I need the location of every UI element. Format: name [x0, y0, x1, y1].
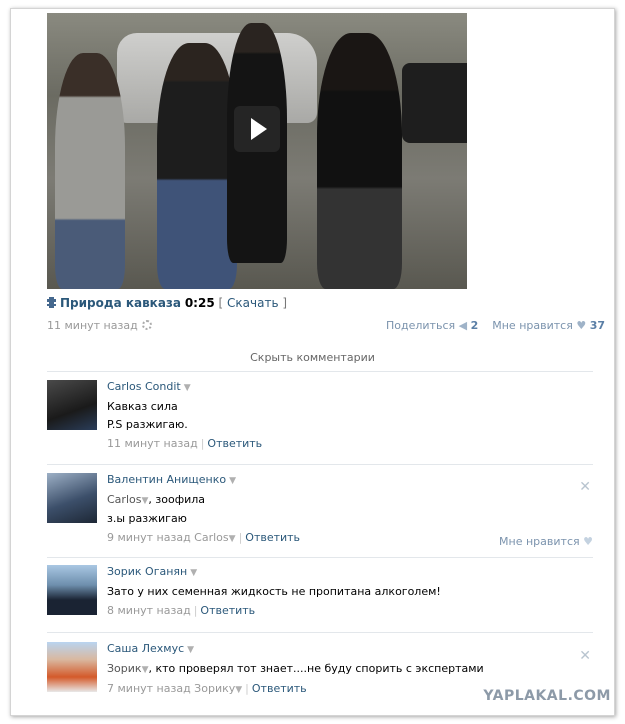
comment-meta: 8 минут назад | Ответить: [107, 604, 256, 617]
comment-body: Валентин Анищенко ▼ Carlos▼, зоофила з.ы …: [107, 473, 593, 544]
author-name[interactable]: Валентин Анищенко: [107, 473, 226, 486]
comment-line: Кавказ сила: [107, 400, 178, 413]
video-person: [157, 43, 237, 289]
video-title[interactable]: Природа кавказа: [60, 296, 181, 310]
like-button[interactable]: Мне нравится: [499, 535, 580, 548]
play-icon[interactable]: [234, 106, 280, 152]
dropdown-arrow-icon[interactable]: ▼: [229, 476, 236, 486]
avatar[interactable]: [47, 565, 97, 615]
reply-button[interactable]: Ответить: [252, 682, 307, 695]
comment-like: Мне нравится ♥: [499, 535, 593, 548]
film-icon: [47, 297, 56, 308]
video-duration: 0:25: [184, 296, 215, 310]
comment-author: Саша Лехмус ▼: [107, 642, 593, 655]
watermark: YAPLAKAL.COM: [483, 688, 611, 704]
comment-text: Зорик▼, кто проверял тот знает....не буд…: [107, 660, 593, 679]
avatar[interactable]: [47, 642, 97, 692]
comment-text: Зато у них семенная жидкость не пропитан…: [107, 583, 593, 601]
gear-icon[interactable]: [141, 320, 152, 330]
share-button[interactable]: Поделиться: [386, 319, 455, 332]
comment-meta: 11 минут назад | Ответить: [107, 437, 263, 450]
video-person: [317, 33, 402, 289]
reply-to-name[interactable]: Зорик: [107, 662, 142, 675]
hide-comments-link[interactable]: Скрыть комментарии: [11, 351, 614, 364]
heart-icon[interactable]: ♥: [576, 319, 586, 332]
divider: [47, 557, 593, 558]
dropdown-arrow-icon[interactable]: ▼: [190, 568, 197, 578]
video-suv: [402, 63, 467, 143]
comment-line: Зорик▼, кто проверял тот знает....не буд…: [107, 662, 484, 675]
comment-time[interactable]: 11 минут назад: [107, 437, 198, 450]
author-name[interactable]: Саша Лехмус: [107, 642, 184, 655]
like-button[interactable]: Мне нравится: [492, 319, 573, 332]
comment: Зорик Оганян ▼ Зато у них семенная жидкос…: [47, 565, 593, 635]
video-player[interactable]: [47, 13, 467, 289]
comment-time[interactable]: 8 минут назад: [107, 604, 191, 617]
reply-button[interactable]: Ответить: [200, 604, 255, 617]
divider: [47, 371, 593, 372]
dropdown-arrow-icon[interactable]: ▼: [235, 685, 242, 695]
comment-line: Зато у них семенная жидкость не пропитан…: [107, 585, 441, 598]
reply-to-name[interactable]: Carlos: [107, 493, 141, 506]
avatar[interactable]: [47, 473, 97, 523]
download-link[interactable]: Скачать: [227, 296, 279, 310]
heart-icon[interactable]: ♥: [583, 535, 593, 548]
author-name[interactable]: Carlos Condit: [107, 380, 181, 393]
avatar[interactable]: [47, 380, 97, 430]
video-person: [55, 53, 125, 289]
comment-body: Carlos Condit ▼ Кавказ сила P.S разжигаю.…: [107, 380, 593, 450]
share-like-row: Поделиться ◀ 2 Мне нравится ♥ 37: [386, 319, 605, 332]
megaphone-icon: ◀: [458, 319, 468, 332]
comment-body: Зорик Оганян ▼ Зато у них семенная жидкос…: [107, 565, 593, 617]
comment-author: Валентин Анищенко ▼: [107, 473, 593, 486]
dropdown-arrow-icon[interactable]: ▼: [187, 645, 194, 655]
comment-author: Зорик Оганян ▼: [107, 565, 593, 578]
reply-button[interactable]: Ответить: [207, 437, 262, 450]
comment: Валентин Анищенко ▼ Carlos▼, зоофила з.ы …: [47, 473, 593, 557]
comment: Carlos Condit ▼ Кавказ сила P.S разжигаю.…: [47, 380, 593, 464]
divider: [47, 632, 593, 633]
like-count: 37: [589, 319, 606, 332]
comment-line: з.ы разжигаю: [107, 512, 187, 525]
comment-time[interactable]: 9 минут назад Carlos: [107, 531, 229, 544]
dropdown-arrow-icon[interactable]: ▼: [184, 383, 191, 393]
post-time[interactable]: 11 минут назад: [47, 319, 138, 332]
comment-text: Carlos▼, зоофила з.ы разжигаю: [107, 491, 593, 528]
post-time-row: 11 минут назад: [47, 319, 152, 332]
dropdown-arrow-icon[interactable]: ▼: [229, 534, 236, 544]
post-frame: Природа кавказа 0:25 [ Скачать ] 11 мину…: [10, 8, 615, 716]
comment-time[interactable]: 7 минут назад Зорику: [107, 682, 235, 695]
reply-button[interactable]: Ответить: [245, 531, 300, 544]
share-count: 2: [470, 319, 479, 332]
comment-author: Carlos Condit ▼: [107, 380, 593, 393]
close-icon[interactable]: ✕: [579, 479, 591, 495]
comment-line: P.S разжигаю.: [107, 418, 188, 431]
comment-line: Carlos▼, зоофила: [107, 493, 206, 506]
video-title-row: Природа кавказа 0:25 [ Скачать ]: [47, 296, 287, 310]
comment-text: Кавказ сила P.S разжигаю.: [107, 398, 593, 434]
close-icon[interactable]: ✕: [579, 648, 591, 664]
divider: [47, 464, 593, 465]
author-name[interactable]: Зорик Оганян: [107, 565, 187, 578]
